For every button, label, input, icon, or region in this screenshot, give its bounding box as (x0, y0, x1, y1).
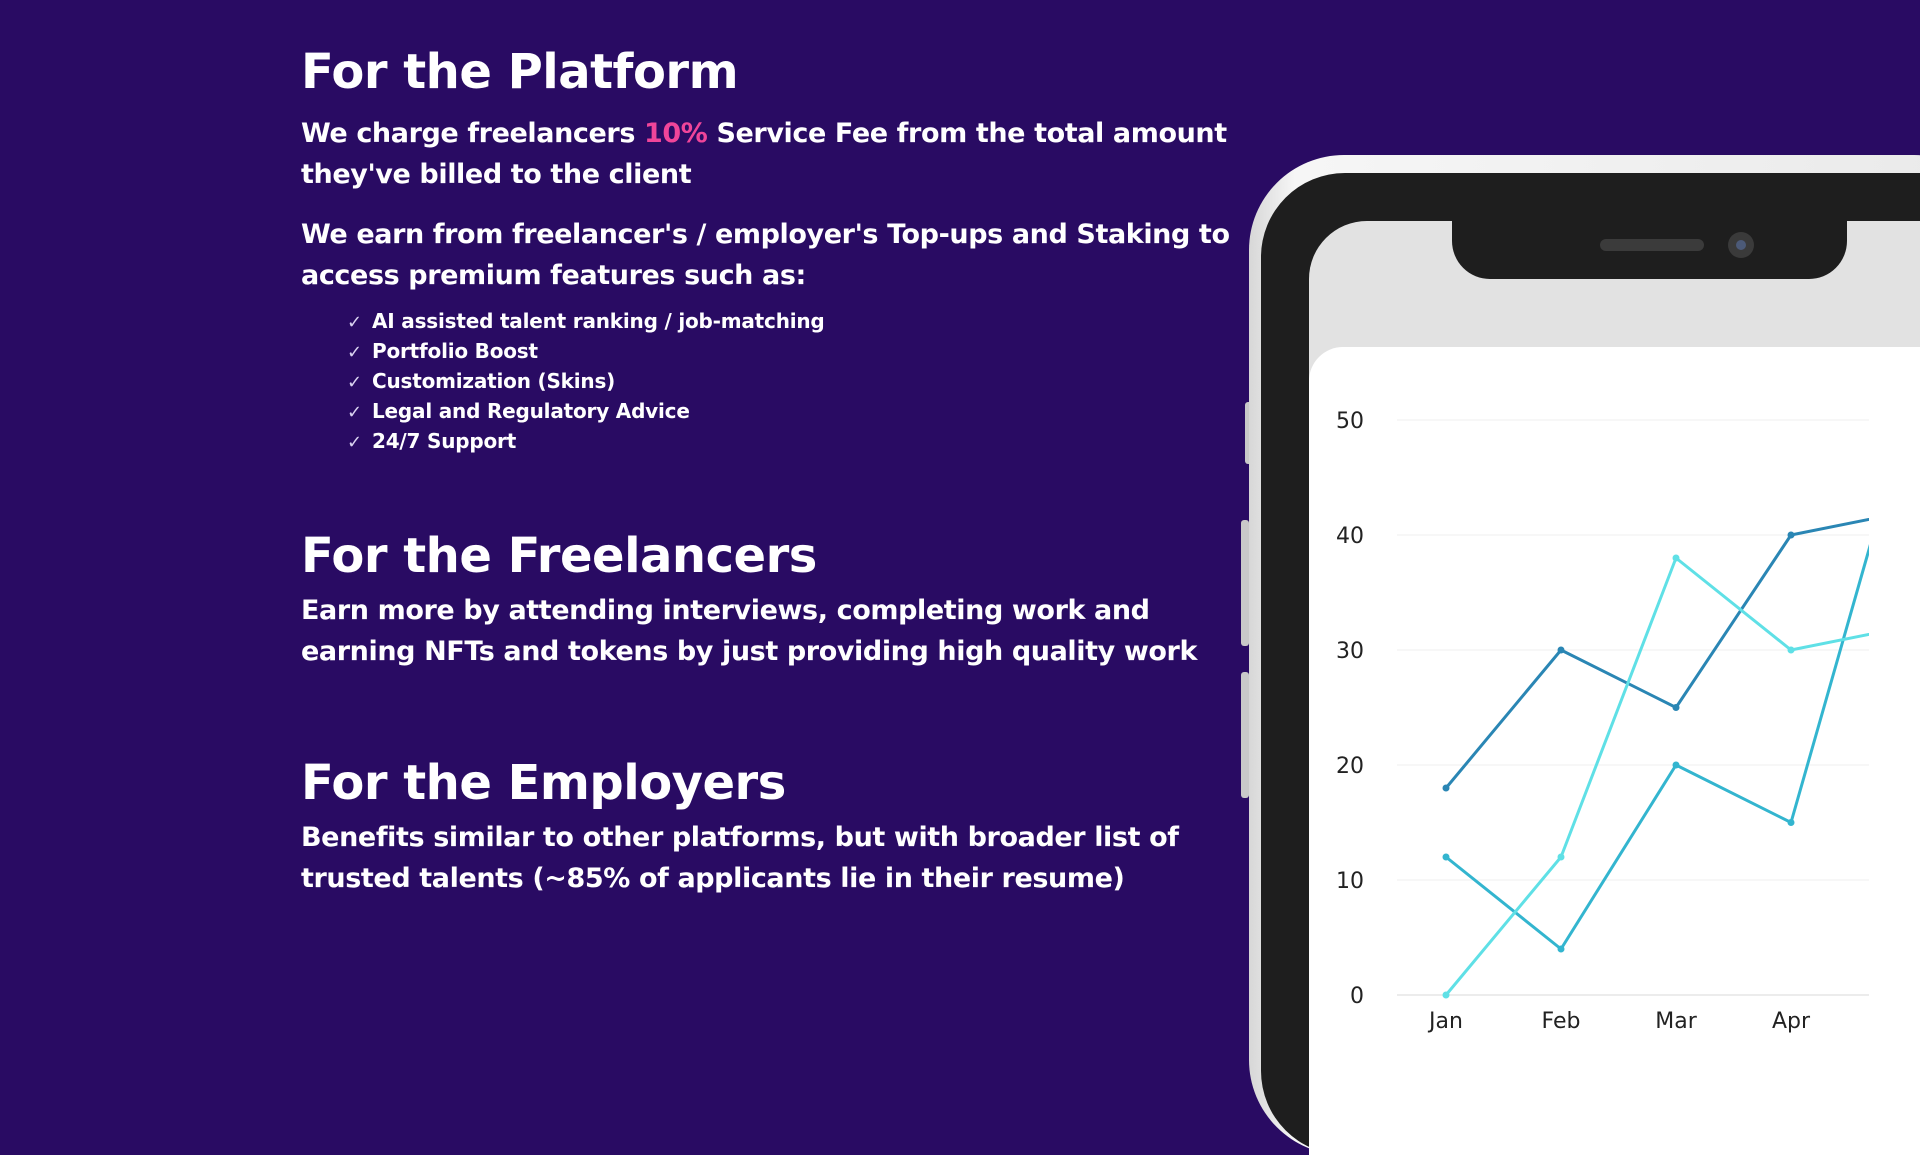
data-point (1442, 991, 1450, 999)
checkmark-icon: ✓ (347, 372, 362, 393)
data-point (1557, 646, 1565, 654)
series-line (1445, 544, 1869, 951)
y-tick-label: 20 (1336, 754, 1364, 779)
x-tick-label: Feb (1542, 1009, 1581, 1034)
y-tick-label: 50 (1336, 409, 1364, 434)
speaker-icon (1600, 239, 1704, 251)
chart-grid (1397, 419, 1869, 996)
employers-text: Benefits similar to other platforms, but… (301, 822, 1179, 894)
fee-text-start: We charge freelancers (301, 118, 645, 149)
platform-fee-text: We charge freelancers 10% Service Fee fr… (301, 113, 1231, 195)
premium-features-list: ✓ AI assisted talent ranking / job-matchi… (347, 307, 825, 457)
data-point (1787, 531, 1795, 539)
feature-label: 24/7 Support (372, 429, 517, 453)
phone-mockup: 01020304050 JanFebMarAprMay (1249, 155, 1920, 1155)
x-tick-label: Apr (1772, 1009, 1811, 1034)
y-axis-ticks: 0 10 20 30 40 50 (1336, 409, 1364, 1009)
platform-heading: For the Platform (301, 44, 739, 100)
data-point (1442, 853, 1450, 861)
data-point (1442, 784, 1450, 792)
checkmark-icon: ✓ (347, 342, 362, 363)
phone-screen: 01020304050 JanFebMarAprMay (1309, 221, 1920, 1155)
freelancers-heading: For the Freelancers (301, 528, 817, 584)
data-point (1787, 646, 1795, 654)
phone-volume-down-button (1241, 672, 1249, 798)
data-point (1672, 704, 1680, 711)
checkmark-icon: ✓ (347, 402, 362, 423)
feature-label: AI assisted talent ranking / job-matchin… (372, 309, 825, 333)
x-tick-label: Mar (1655, 1009, 1697, 1034)
feature-label: Customization (Skins) (372, 369, 616, 393)
line-chart: 01020304050 JanFebMarAprMay (1336, 409, 1869, 1034)
feature-item: ✓ AI assisted talent ranking / job-matchi… (347, 307, 825, 337)
y-tick-label: 30 (1336, 639, 1364, 664)
y-tick-label: 0 (1350, 984, 1364, 1009)
feature-item: ✓ Portfolio Boost (347, 337, 825, 367)
y-tick-label: 40 (1336, 524, 1364, 549)
data-point (1787, 819, 1795, 826)
feature-label: Legal and Regulatory Advice (372, 399, 690, 423)
data-point (1557, 853, 1565, 861)
freelancers-text: Earn more by attending interviews, compl… (301, 595, 1198, 667)
camera-icon (1728, 232, 1754, 258)
y-tick-label: 10 (1336, 869, 1364, 894)
phone-volume-up-button (1241, 520, 1249, 646)
series-group (1442, 544, 1869, 953)
feature-item: ✓ Legal and Regulatory Advice (347, 397, 825, 427)
x-tick-label: Jan (1427, 1009, 1463, 1034)
employers-heading: For the Employers (301, 755, 786, 811)
phone-notch (1452, 221, 1847, 279)
checkmark-icon: ✓ (347, 432, 362, 453)
checkmark-icon: ✓ (347, 312, 362, 333)
feature-item: ✓ Customization (Skins) (347, 367, 825, 397)
chart-card: 01020304050 JanFebMarAprMay (1309, 347, 1920, 1155)
feature-item: ✓ 24/7 Support (347, 427, 825, 457)
chart-series (1442, 517, 1869, 999)
data-point (1672, 554, 1680, 562)
feature-label: Portfolio Boost (372, 339, 538, 363)
x-axis-ticks: JanFebMarAprMay (1427, 1009, 1811, 1034)
platform-earn-text: We earn from freelancer's / employer's T… (301, 219, 1230, 291)
fee-percentage: 10% (644, 118, 708, 149)
data-point (1557, 945, 1565, 953)
phone-bezel: 01020304050 JanFebMarAprMay (1261, 173, 1920, 1155)
data-point (1672, 761, 1680, 769)
